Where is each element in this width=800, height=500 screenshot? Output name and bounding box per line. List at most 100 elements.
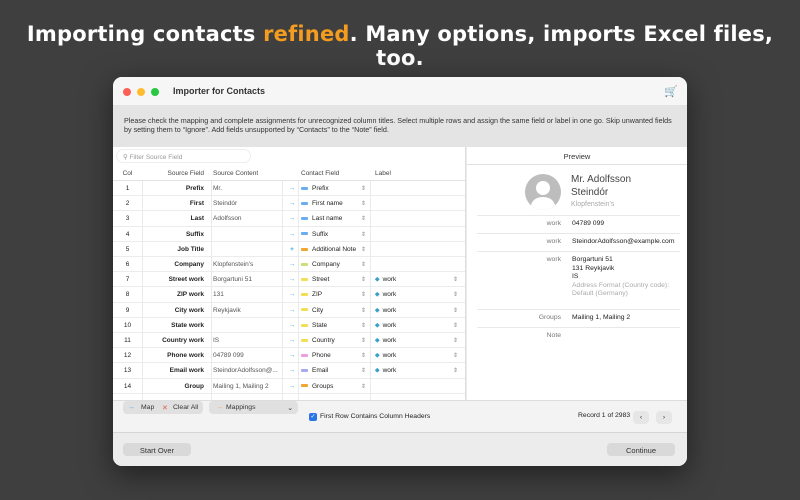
contact-field-select[interactable]: Street bbox=[301, 276, 367, 283]
table-row[interactable]: 1 Prefix Mr. → Prefix ⇕ bbox=[113, 181, 465, 197]
table-row[interactable]: 11 Country work IS → Country ⇕ ⬥ work ⇕ bbox=[113, 333, 465, 349]
field-color-swatch bbox=[301, 323, 308, 327]
previous-record-button[interactable]: ‹ bbox=[633, 411, 649, 424]
field-color-swatch bbox=[301, 186, 308, 190]
contact-field-select[interactable]: Phone bbox=[301, 352, 367, 359]
label-select[interactable]: ⬥ work bbox=[375, 307, 455, 315]
field-color-swatch bbox=[301, 262, 308, 266]
first-row-checkbox-label[interactable]: First Row Contains Column Headers bbox=[320, 413, 430, 420]
table-row[interactable]: 10 State work → State ⇕ ⬥ work ⇕ bbox=[113, 318, 465, 333]
clear-all-button[interactable]: Clear All bbox=[173, 404, 198, 411]
next-record-button[interactable]: › bbox=[656, 411, 672, 424]
field-color-swatch bbox=[301, 384, 308, 388]
header-label[interactable]: Label bbox=[375, 170, 455, 177]
table-row[interactable]: 2 First Steindór → First name ⇕ bbox=[113, 196, 465, 212]
table-row[interactable]: 4 Suffix → Suffix ⇕ bbox=[113, 227, 465, 242]
contact-field-value: Phone bbox=[312, 352, 331, 360]
mappings-dropdown[interactable]: → Mappings ⌄ bbox=[209, 401, 298, 414]
col-number: 10 bbox=[123, 321, 132, 329]
preview-name-line1: Mr. Adolfsson bbox=[571, 174, 632, 185]
header-col[interactable]: Col bbox=[115, 170, 140, 177]
col-number: 11 bbox=[124, 337, 131, 344]
source-field: Country work bbox=[162, 337, 204, 344]
preview-field: Groups Mailing 1, Mailing 2 bbox=[477, 309, 680, 327]
label-value: work bbox=[382, 367, 397, 375]
headline: Importing contacts refined. Many options… bbox=[0, 22, 800, 70]
table-row[interactable]: 9 City work Reykjavik → City ⇕ ⬥ work ⇕ bbox=[113, 303, 465, 318]
label-select[interactable]: ⬥ work bbox=[375, 367, 455, 375]
table-row[interactable]: 3 Last Adolfsson → Last name ⇕ bbox=[113, 211, 465, 227]
table-header: Col Source Field Source Content Contact … bbox=[113, 166, 465, 181]
contact-field-select[interactable]: Country bbox=[301, 337, 367, 344]
minimize-button[interactable] bbox=[137, 88, 145, 96]
header-source-field[interactable]: Source Field bbox=[142, 170, 205, 177]
contact-field-select[interactable]: Email bbox=[301, 367, 367, 374]
contact-field-value: Company bbox=[312, 261, 340, 268]
col-number: 1 bbox=[125, 185, 130, 192]
chevron-down-icon: ⌄ bbox=[287, 405, 293, 412]
table-row[interactable]: 12 Phone work 04789 099 → Phone ⇕ ⬥ work ⇕ bbox=[113, 348, 465, 364]
contact-field-value: First name bbox=[312, 200, 343, 208]
filter-source-field-input[interactable]: ⚲ Filter Source Field bbox=[116, 149, 251, 163]
arrow-right-icon: → bbox=[288, 352, 296, 360]
contact-field-select[interactable]: Last name bbox=[301, 215, 367, 222]
contact-field-select[interactable]: Suffix bbox=[301, 231, 367, 238]
contact-field-select[interactable]: Additional Note bbox=[301, 246, 367, 253]
table-row[interactable]: 5 Job Title + Additional Note ⇕ bbox=[113, 242, 465, 257]
table-row[interactable]: 7 Street work Borgartuni 51 → Street ⇕ ⬥ w… bbox=[113, 272, 465, 288]
label-select[interactable]: ⬥ work bbox=[375, 352, 455, 360]
stepper-icon: ⇕ bbox=[361, 201, 367, 208]
arrow-right-icon: → bbox=[216, 404, 223, 411]
contact-field-value: Last name bbox=[312, 215, 343, 223]
source-field: Last bbox=[190, 215, 204, 223]
label-select[interactable]: ⬥ work bbox=[375, 322, 455, 330]
table-row[interactable]: 13 Email work SteindorAdolfsson@... → Em… bbox=[113, 363, 465, 379]
header-contact-field[interactable]: Contact Field bbox=[301, 170, 367, 177]
stepper-icon: ⇕ bbox=[361, 368, 367, 375]
contact-field-select[interactable]: State bbox=[301, 322, 367, 329]
contact-field-select[interactable]: ZIP bbox=[301, 291, 367, 298]
preview-name-line2: Steindór bbox=[571, 187, 609, 198]
contact-field-value: State bbox=[312, 321, 328, 329]
contact-field-value: Prefix bbox=[312, 185, 329, 192]
preview-field: Note bbox=[477, 327, 680, 345]
label-select[interactable]: ⬥ work bbox=[375, 337, 455, 345]
field-color-swatch bbox=[301, 293, 308, 297]
first-row-checkbox[interactable]: ✓ bbox=[309, 413, 317, 421]
window-title: Importer for Contacts bbox=[173, 86, 266, 96]
contact-field-select[interactable]: First name bbox=[301, 200, 367, 207]
zoom-button[interactable] bbox=[151, 88, 159, 96]
table-row[interactable]: 6 Company Klopfenstein's → Company ⇕ bbox=[113, 257, 465, 273]
col-number: 13 bbox=[123, 367, 132, 375]
contact-field-select[interactable]: Prefix bbox=[301, 185, 367, 192]
cart-icon[interactable]: 🛒 bbox=[664, 85, 678, 98]
start-over-button[interactable]: Start Over bbox=[123, 443, 191, 456]
preview-key: Groups bbox=[538, 314, 561, 321]
map-button[interactable]: Map bbox=[141, 404, 154, 411]
close-button[interactable] bbox=[123, 88, 131, 96]
label-select[interactable]: ⬥ work bbox=[375, 276, 455, 284]
header-source-content[interactable]: Source Content bbox=[213, 170, 279, 177]
contact-field-select[interactable]: Company bbox=[301, 261, 367, 268]
table-row[interactable]: 8 ZIP work 131 → ZIP ⇕ ⬥ work ⇕ bbox=[113, 287, 465, 303]
contact-field-select[interactable]: City bbox=[301, 307, 367, 314]
preview-title: Preview bbox=[467, 147, 687, 165]
continue-button[interactable]: Continue bbox=[607, 443, 675, 456]
preview-key: work bbox=[546, 238, 561, 245]
bottom-toolbar: → Map ✕ Clear All → Mappings ⌄ ✓ First R… bbox=[113, 400, 687, 433]
mapping-table: ⚲ Filter Source Field Col Source Field S… bbox=[113, 147, 466, 400]
arrow-right-icon: → bbox=[288, 230, 296, 238]
contact-field-select[interactable]: Groups bbox=[301, 383, 367, 390]
preview-field: work Borgartuni 51 131 Reykjavik IS Address … bbox=[477, 251, 680, 297]
preview-value: 04789 099 bbox=[572, 220, 605, 227]
arrow-right-icon: → bbox=[288, 306, 296, 314]
preview-key: work bbox=[546, 256, 561, 263]
tag-icon: ⬥ bbox=[375, 367, 380, 375]
label-select[interactable]: ⬥ work bbox=[375, 291, 455, 299]
table-row[interactable]: 14 Group Mailing 1, Mailing 2 → Groups ⇕ bbox=[113, 379, 465, 394]
col-number: 8 bbox=[125, 291, 130, 299]
contact-field-value: Suffix bbox=[312, 230, 329, 238]
stepper-icon: ⇕ bbox=[453, 353, 459, 360]
preview-note: Address Format (Country code): bbox=[572, 281, 670, 289]
label-value: work bbox=[382, 276, 397, 284]
